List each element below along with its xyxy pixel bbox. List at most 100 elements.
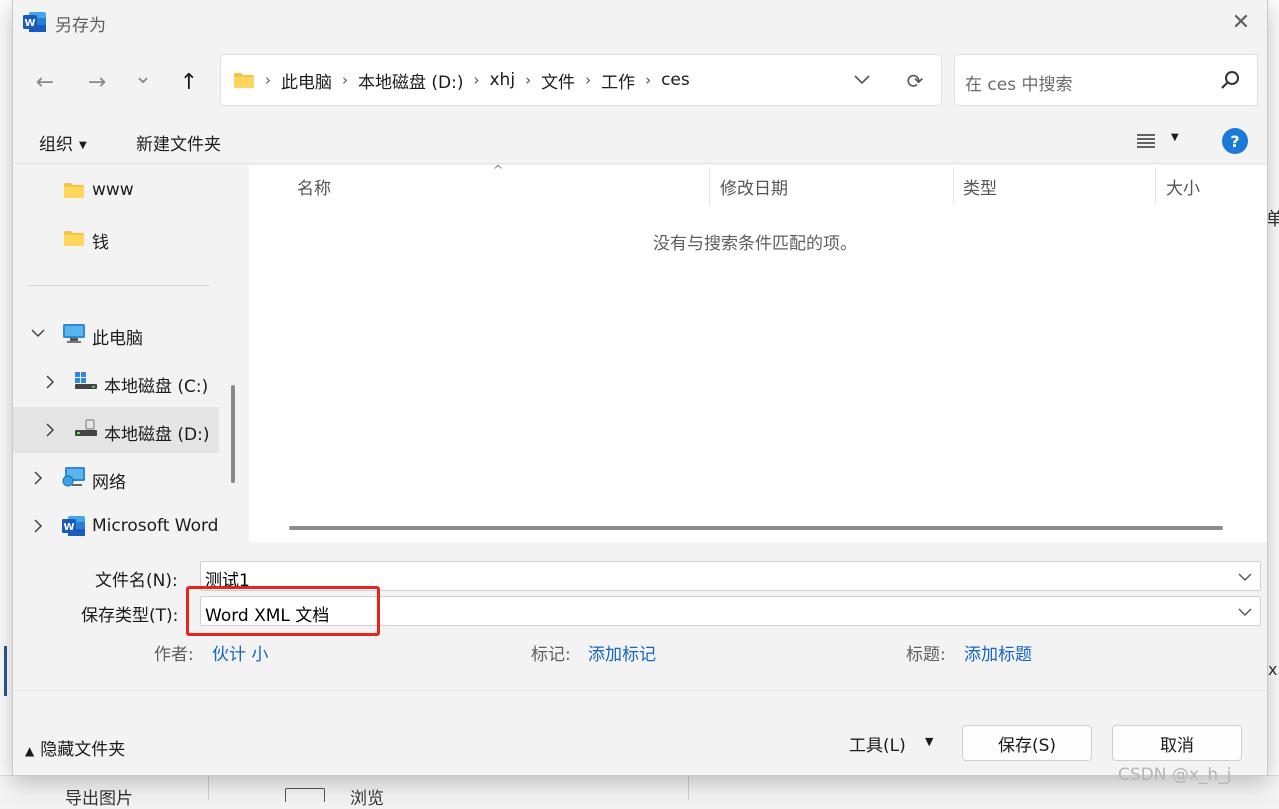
word-icon: W [62, 516, 85, 536]
view-options-icon[interactable] [1137, 133, 1155, 149]
address-bar[interactable]: › 此电脑 › 本地磁盘 (D:) › xhj › 文件 › 工作 › ces … [220, 54, 942, 106]
title-label: 标题: [906, 645, 946, 665]
close-icon: ✕ [1231, 9, 1251, 35]
title-bar: W 另存为 ✕ [13, 0, 1267, 44]
breadcrumb-separator: › [342, 71, 348, 89]
horizontal-scrollbar[interactable] [289, 526, 1223, 530]
navigation-pane: www 钱 此电脑 本地磁盘 (C:) 本地磁盘 (D:) 网络 W Micro… [13, 165, 247, 542]
help-icon: ? [1230, 131, 1240, 151]
red-highlight-box [186, 586, 380, 636]
search-placeholder: 在 ces 中搜索 [965, 75, 1073, 95]
sidebar-item-network[interactable]: 网络 [13, 455, 219, 501]
add-title-link[interactable]: 添加标题 [964, 640, 1032, 665]
forward-button[interactable]: → [81, 66, 113, 98]
column-label: 大小 [1166, 178, 1200, 199]
column-header-name[interactable]: 名称 [297, 165, 331, 207]
network-icon [62, 467, 85, 487]
column-header-type[interactable]: 类型 [963, 165, 997, 207]
new-folder-button[interactable]: 新建文件夹 [136, 130, 221, 155]
tools-label: 工具(L) [849, 736, 906, 756]
breadcrumb-drive-d[interactable]: 本地磁盘 (D:) [350, 68, 472, 93]
breadcrumb-xhj[interactable]: xhj [482, 70, 524, 90]
chevron-right-icon[interactable] [45, 423, 55, 437]
breadcrumb-separator: › [265, 71, 271, 89]
breadcrumb-files[interactable]: 文件 [533, 68, 583, 93]
breadcrumb-separator: › [585, 71, 592, 89]
add-tags-link[interactable]: 添加标记 [588, 640, 656, 665]
column-divider[interactable] [953, 167, 954, 205]
column-divider[interactable] [1155, 167, 1156, 205]
csdn-watermark: CSDN @x_h_j [1118, 765, 1232, 785]
chevron-right-icon[interactable] [33, 471, 43, 485]
filetype-label: 保存类型(T): [81, 606, 179, 626]
breadcrumb-ces[interactable]: ces [653, 70, 698, 90]
author-label: 作者: [154, 645, 194, 665]
chevron-down-icon [854, 75, 870, 85]
sidebar-item-this-pc[interactable]: 此电脑 [13, 311, 219, 357]
save-as-dialog: W 另存为 ✕ ← → ⌄ ↑ › 此电脑 › 本地磁盘 (D:) › xhj … [12, 0, 1268, 776]
sidebar-item-microsoft-word[interactable]: W Microsoft Word [13, 503, 219, 542]
breadcrumb-this-pc[interactable]: 此电脑 [273, 68, 340, 93]
empty-message: 没有与搜索条件匹配的项。 [653, 234, 857, 254]
hide-folders-toggle[interactable]: ▲ 隐藏文件夹 [25, 735, 125, 760]
background-divider [688, 776, 689, 800]
chevron-down-icon[interactable] [1238, 607, 1252, 617]
chevron-down-icon[interactable] [1238, 572, 1252, 582]
sidebar-item-qian[interactable]: 钱 [13, 215, 219, 261]
close-button[interactable]: ✕ [1221, 4, 1261, 40]
background-browse-text: 浏览 [350, 789, 384, 809]
folder-icon [234, 73, 254, 88]
sidebar-item-label: 本地磁盘 (C:) [104, 377, 209, 397]
sidebar-item-label: 钱 [92, 233, 109, 253]
sort-up-icon: ^ [493, 163, 504, 177]
chevron-right-icon[interactable] [45, 375, 55, 389]
sidebar-item-drive-c[interactable]: 本地磁盘 (C:) [13, 359, 219, 405]
up-button[interactable]: ↑ [173, 66, 205, 98]
breadcrumb-separator: › [473, 71, 480, 89]
sidebar-item-label: 此电脑 [92, 329, 143, 349]
organize-menu[interactable]: 组织 ▼ [39, 130, 87, 155]
svg-text:W: W [63, 522, 74, 533]
breadcrumb-work[interactable]: 工作 [593, 68, 643, 93]
tools-menu[interactable]: 工具(L) [849, 731, 906, 756]
breadcrumb: › 此电脑 › 本地磁盘 (D:) › xhj › 文件 › 工作 › ces [263, 55, 698, 105]
sidebar-item-www[interactable]: www [13, 167, 219, 213]
sidebar-item-label: www [92, 180, 134, 200]
sidebar-item-label: Microsoft Word [92, 516, 219, 536]
organize-label: 组织 [39, 135, 73, 155]
caret-up-icon: ▲ [25, 744, 35, 758]
save-button[interactable]: 保存(S) [962, 725, 1092, 761]
chevron-right-icon[interactable] [33, 519, 43, 533]
chevron-down-icon[interactable] [31, 328, 45, 338]
view-caret-icon[interactable]: ▼ [1171, 132, 1179, 143]
filename-label: 文件名(N): [95, 571, 178, 591]
sidebar-scrollbar[interactable] [231, 385, 235, 483]
column-divider[interactable] [709, 167, 710, 205]
caret-down-icon[interactable]: ▼ [925, 735, 933, 748]
author-link[interactable]: 伙计 小 [212, 640, 268, 665]
help-button[interactable]: ? [1222, 128, 1248, 154]
svg-text:W: W [24, 18, 35, 29]
refresh-icon: ⟳ [906, 69, 924, 93]
cancel-button[interactable]: 取消 [1112, 725, 1242, 761]
column-header-modified[interactable]: 修改日期 [720, 165, 788, 207]
sidebar-item-drive-d[interactable]: 本地磁盘 (D:) [13, 407, 219, 453]
word-app-icon: W [23, 12, 46, 32]
search-box[interactable]: 在 ces 中搜索 [954, 54, 1258, 106]
background-divider [208, 776, 209, 800]
sidebar-divider [27, 285, 209, 286]
background-folder-icon [285, 788, 325, 802]
cancel-label: 取消 [1160, 735, 1194, 756]
address-history-button[interactable] [849, 67, 875, 93]
background-accent-bar [4, 646, 7, 696]
dialog-footer: ▲ 隐藏文件夹 工具(L) ▼ 保存(S) 取消 [13, 690, 1267, 775]
arrow-up-icon: ↑ [179, 69, 199, 95]
back-button[interactable]: ← [29, 66, 61, 98]
column-label: 类型 [963, 178, 997, 199]
tags-label: 标记: [531, 645, 571, 665]
recent-locations-button[interactable]: ⌄ [127, 60, 159, 92]
refresh-button[interactable]: ⟳ [901, 67, 929, 95]
column-header-size[interactable]: 大小 [1166, 165, 1200, 207]
background-text-right-bottom: x3 [1268, 660, 1279, 679]
arrow-left-icon: ← [35, 69, 55, 95]
